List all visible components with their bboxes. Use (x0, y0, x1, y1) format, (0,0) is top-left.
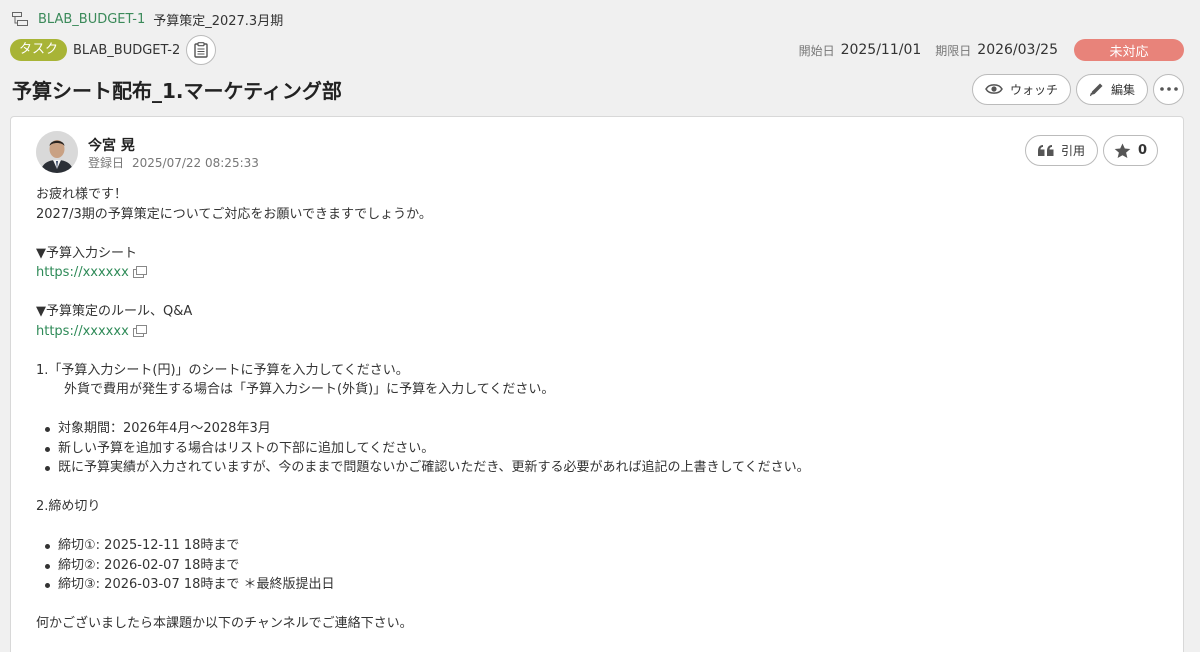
link-row-1: https://xxxxxx (36, 263, 1156, 283)
list-item: 締切③: 2026-03-07 18時まで ＊最終版提出日 (36, 575, 1156, 595)
greeting-text: お疲れ様です！ (36, 187, 128, 202)
author-name: 今宮 晃 (88, 138, 135, 154)
title-actions: ウォッチ 編集 (971, 73, 1184, 105)
section-rules: ▼予算策定のルール、Q&A (36, 304, 193, 319)
list-item: 締切②: 2026-02-07 18時まで (36, 556, 1156, 576)
instruction-item-2: 2.締め切り (36, 499, 101, 514)
issue-key: BLAB_BUDGET-2 (73, 42, 181, 58)
issue-description-card: 今宮 晃 登録日 2025/07/22 08:25:33 引用 0 お疲れ様です！… (10, 116, 1184, 652)
external-link-icon[interactable] (132, 265, 147, 285)
registration-label: 登録日 (88, 156, 125, 170)
pencil-icon (1089, 83, 1103, 96)
quote-icon (1037, 144, 1054, 156)
description-body: お疲れ様です！ 2027/3期の予算策定についてご対応をお願いできますでしょうか… (36, 185, 1156, 634)
request-text: 2027/3期の予算策定についてご対応をお願いできますでしょうか。 (36, 206, 432, 222)
link-row-2: https://xxxxxx (36, 322, 1156, 342)
issue-dates: 開始日 2025/11/01 期限日 2026/03/25 未対応 (799, 39, 1184, 61)
closing-text: 何かございましたら本課題か以下のチャンネルでご連絡下さい。 (36, 616, 413, 631)
due-date-label: 期限日 (935, 43, 972, 58)
card-actions: 引用 0 (1024, 135, 1158, 166)
list-item: 対象期間：2026年4月〜2028年3月 (36, 419, 1156, 439)
list-item: 新しい予算を追加する場合はリストの下部に追加してください。 (36, 439, 1156, 459)
status-badge[interactable]: 未対応 (1074, 39, 1184, 61)
instruction-item-1-sub: 外貨で費用が発生する場合は「予算入力シート(外貨)」に予算を入力してください。 (64, 382, 555, 397)
more-actions-button[interactable] (1153, 73, 1184, 105)
star-button[interactable]: 0 (1102, 135, 1158, 166)
watch-button[interactable]: ウォッチ (971, 73, 1071, 105)
star-count: 0 (1137, 143, 1147, 158)
parent-issue-title: 予算策定_2027.3月期 (153, 13, 284, 29)
parent-issue-key-link[interactable]: BLAB_BUDGET-1 (38, 12, 145, 27)
more-dots-icon (1159, 87, 1178, 91)
input-sheet-link[interactable]: https://xxxxxx (36, 265, 129, 280)
registration-date: 2025/07/22 08:25:33 (132, 156, 259, 170)
parent-issue-row: BLAB_BUDGET-1 予算策定_2027.3月期 (12, 9, 283, 29)
external-link-icon[interactable] (132, 324, 147, 344)
registration-info: 登録日 2025/07/22 08:25:33 (88, 154, 259, 171)
watch-label: ウォッチ (1009, 82, 1058, 97)
quote-button[interactable]: 引用 (1024, 135, 1098, 166)
page-title: 予算シート配布_1.マーケティング部 (12, 78, 342, 103)
edit-button[interactable]: 編集 (1075, 73, 1148, 105)
issue-type-badge: タスク (10, 39, 68, 61)
edit-label: 編集 (1110, 82, 1135, 97)
title-row: 予算シート配布_1.マーケティング部 ウォッチ 編集 (12, 72, 1184, 106)
section-input-sheet: ▼予算入力シート (36, 245, 137, 261)
avatar (36, 131, 78, 173)
parent-issue-icon (12, 12, 28, 26)
instruction-item-1: 1.「予算入力シート(円)」のシートに予算を入力してください。 (36, 362, 409, 378)
rules-link[interactable]: https://xxxxxx (36, 324, 129, 339)
start-date-value: 2025/11/01 (840, 42, 922, 58)
list-item: 既に予算実績が入力されていますが、今のままで問題ないかご確認いただき、更新する必… (36, 458, 1156, 478)
due-date-value: 2026/03/25 (977, 42, 1058, 58)
star-icon (1114, 143, 1131, 158)
quote-label: 引用 (1060, 144, 1085, 158)
eye-icon (985, 84, 1003, 94)
start-date-label: 開始日 (798, 43, 835, 58)
copy-key-button[interactable] (186, 35, 217, 65)
clipboard-icon (194, 42, 208, 58)
list-item: 締切①: 2025-12-11 18時まで (36, 536, 1156, 556)
issue-meta-row: タスク BLAB_BUDGET-2 開始日 2025/11/01 期限日 202… (10, 35, 1184, 65)
